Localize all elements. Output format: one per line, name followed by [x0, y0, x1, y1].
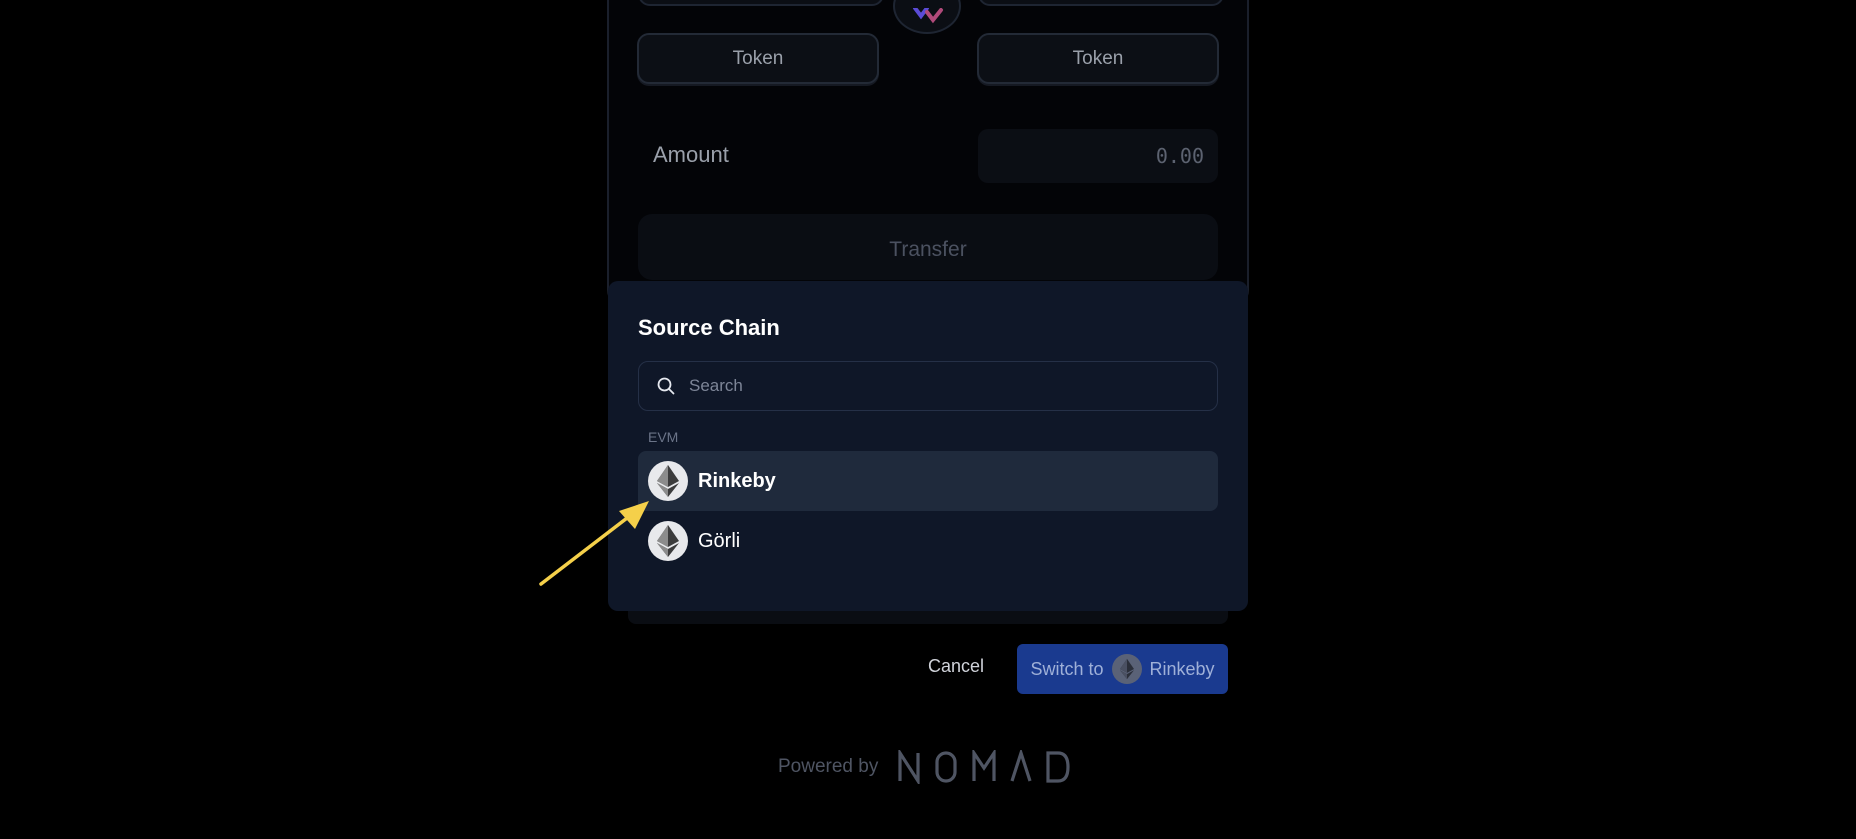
chain-group-label: EVM [648, 429, 679, 445]
source-chain-modal: Source Chain EVM Rinkeby [608, 281, 1248, 611]
swap-icon [913, 8, 943, 24]
chain-search-box[interactable] [638, 361, 1218, 411]
from-token-label: Token [732, 47, 784, 69]
transfer-button[interactable]: Transfer [638, 214, 1218, 280]
origin-chain-selector[interactable] [638, 0, 884, 6]
to-token-button[interactable]: Token [977, 33, 1219, 84]
amount-label: Amount [653, 142, 729, 167]
amount-value: 0.00 [1155, 144, 1204, 168]
nomad-logo [898, 750, 1070, 784]
modal-title: Source Chain [638, 315, 780, 340]
chain-search-input[interactable] [687, 375, 1191, 397]
chain-option-rinkeby[interactable]: Rinkeby [638, 451, 1218, 511]
to-token-label: Token [1072, 47, 1124, 69]
switch-chain-button[interactable]: Switch to Rinkeby [1017, 644, 1228, 694]
chain-option-gorli[interactable]: Görli [638, 511, 1218, 571]
from-token-button[interactable]: Token [637, 33, 879, 84]
chain-name: Rinkeby [698, 469, 776, 492]
destination-chain-selector[interactable] [978, 0, 1224, 6]
ethereum-icon [1111, 654, 1142, 684]
chain-name: Görli [698, 529, 741, 552]
switch-chain-name: Rinkeby [1149, 658, 1215, 679]
transfer-label: Transfer [889, 238, 967, 261]
cancel-button[interactable]: Cancel [928, 656, 984, 677]
powered-by-label: Powered by [778, 756, 879, 777]
annotation-arrow [539, 501, 649, 586]
switch-prefix: Switch to [1030, 658, 1104, 679]
amount-input[interactable]: 0.00 [978, 129, 1218, 183]
search-icon [657, 377, 675, 395]
